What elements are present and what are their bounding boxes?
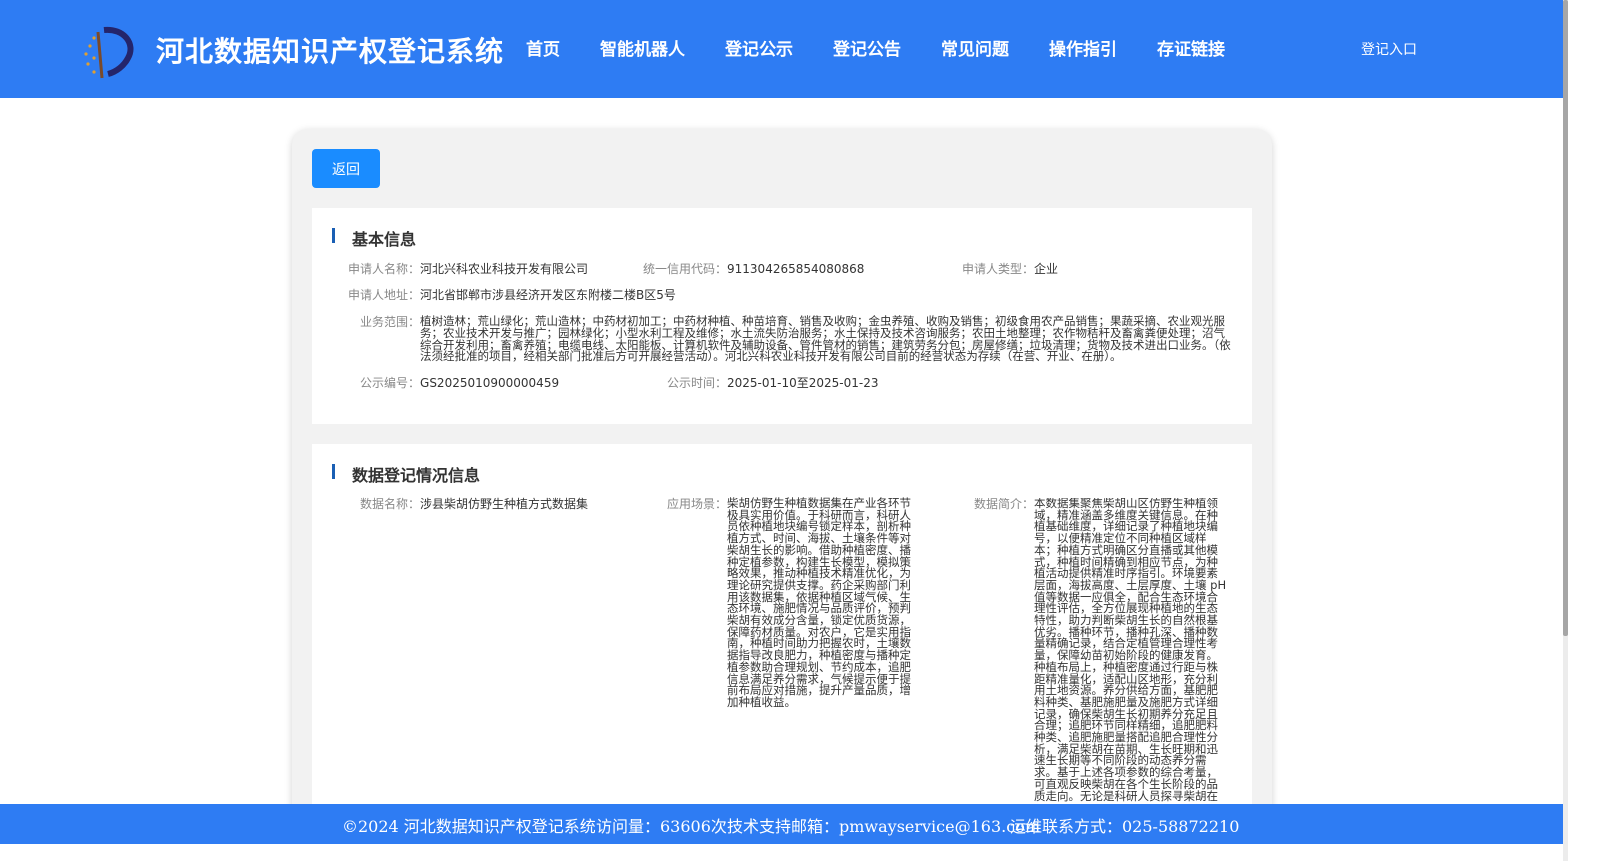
value-publication-no: GS2025010900000459 bbox=[420, 376, 560, 390]
nav-home[interactable]: 首页 bbox=[526, 35, 560, 60]
nav-registration-publicity[interactable]: 登记公示 bbox=[725, 35, 793, 60]
value-data-intro: 本数据集聚焦柴胡山区仿野生种植领域，精准涵盖多维度关键信息。在种植基础维度，详细… bbox=[1034, 498, 1227, 803]
data-registration-section: 数据登记情况信息 数据名称： 涉县柴胡仿野生种植方式数据集 应用场景： 柴胡仿野… bbox=[312, 444, 1252, 844]
top-header: 河北数据知识产权登记系统 首页 智能机器人 登记公示 登记公告 常见问题 操作指… bbox=[0, 0, 1563, 98]
nav-registration-announcement[interactable]: 登记公告 bbox=[833, 35, 901, 60]
site-title: 河北数据知识产权登记系统 bbox=[156, 35, 505, 68]
field-publication-no: 公示编号： GS2025010900000459 bbox=[360, 377, 559, 389]
label-business-scope: 业务范围： bbox=[360, 315, 421, 329]
login-link[interactable]: 登记入口 bbox=[1361, 39, 1417, 59]
section-title-data: 数据登记情况信息 bbox=[332, 462, 480, 486]
value-publication-time: 2025-01-10至2025-01-23 bbox=[727, 376, 879, 390]
nav-guide[interactable]: 操作指引 bbox=[1049, 35, 1117, 60]
section-title-basic: 基本信息 bbox=[332, 226, 416, 250]
label-application-scene: 应用场景： bbox=[667, 497, 728, 511]
footer-bar: ©2024 河北数据知识产权登记系统 访问量：63606次 技术支持邮箱：pmw… bbox=[0, 804, 1563, 844]
value-business-scope: 植树造林；荒山绿化；荒山造林；中药材初加工；中药材种植、种苗培育、销售及收购；金… bbox=[420, 314, 1231, 364]
value-applicant-type: 企业 bbox=[1034, 262, 1059, 276]
label-address: 申请人地址： bbox=[348, 288, 421, 302]
basic-info-section: 基本信息 申请人名称： 河北兴科农业科技开发有限公司 统一信用代码： 91130… bbox=[312, 208, 1252, 424]
field-business-scope: 业务范围： 植树造林；荒山绿化；荒山造林；中药材初加工；中药材种植、种苗培育、销… bbox=[360, 314, 1232, 364]
label-publication-time: 公示时间： bbox=[667, 376, 728, 390]
label-credit-code: 统一信用代码： bbox=[643, 262, 728, 276]
value-application-scene: 柴胡仿野生种植数据集在产业各环节极具实用价值。于科研而言，科研人员依种植地块编号… bbox=[727, 496, 912, 709]
scrollbar-thumb[interactable] bbox=[1563, 0, 1568, 636]
field-credit-code: 统一信用代码： 911304265854080868 bbox=[643, 263, 864, 275]
field-applicant-type: 申请人类型： 企业 bbox=[962, 263, 1058, 275]
value-address: 河北省邯郸市涉县经济开发区东附楼二楼B区5号 bbox=[420, 288, 676, 302]
back-button[interactable]: 返回 bbox=[312, 149, 380, 188]
nav-faq[interactable]: 常见问题 bbox=[941, 35, 1009, 60]
site-logo-icon bbox=[84, 26, 134, 79]
field-publication-time: 公示时间： 2025-01-10至2025-01-23 bbox=[667, 377, 879, 389]
footer-visit-count: 访问量：63606次 bbox=[596, 817, 727, 836]
label-publication-no: 公示编号： bbox=[360, 376, 421, 390]
value-credit-code: 911304265854080868 bbox=[727, 262, 865, 276]
field-address: 申请人地址： 河北省邯郸市涉县经济开发区东附楼二楼B区5号 bbox=[348, 289, 676, 301]
field-data-name: 数据名称： 涉县柴胡仿野生种植方式数据集 bbox=[360, 498, 588, 510]
field-applicant-name: 申请人名称： 河北兴科农业科技开发有限公司 bbox=[348, 263, 588, 275]
field-data-intro: 数据简介： 本数据集聚焦柴胡山区仿野生种植领域，精准涵盖多维度关键信息。在种植基… bbox=[974, 498, 1228, 804]
main-nav: 首页 智能机器人 登记公示 登记公告 常见问题 操作指引 存证链接 bbox=[526, 35, 1265, 60]
label-data-intro: 数据简介： bbox=[974, 498, 1035, 511]
footer-support-email: 技术支持邮箱：pmwayservice@163.com bbox=[727, 817, 1040, 836]
label-applicant-name: 申请人名称： bbox=[348, 262, 421, 276]
value-applicant-name: 河北兴科农业科技开发有限公司 bbox=[420, 262, 589, 276]
nav-robot[interactable]: 智能机器人 bbox=[600, 35, 685, 60]
footer-copyright: ©2024 河北数据知识产权登记系统 bbox=[342, 817, 596, 836]
label-data-name: 数据名称： bbox=[360, 497, 421, 511]
label-applicant-type: 申请人类型： bbox=[962, 262, 1035, 276]
value-data-name: 涉县柴胡仿野生种植方式数据集 bbox=[420, 497, 589, 511]
nav-evidence-link[interactable]: 存证链接 bbox=[1157, 35, 1225, 60]
footer-ops-contact: 运维联系方式：025-58872210 bbox=[1010, 817, 1240, 836]
field-application-scene: 应用场景： 柴胡仿野生种植数据集在产业各环节极具实用价值。于科研而言，科研人员依… bbox=[667, 496, 919, 709]
